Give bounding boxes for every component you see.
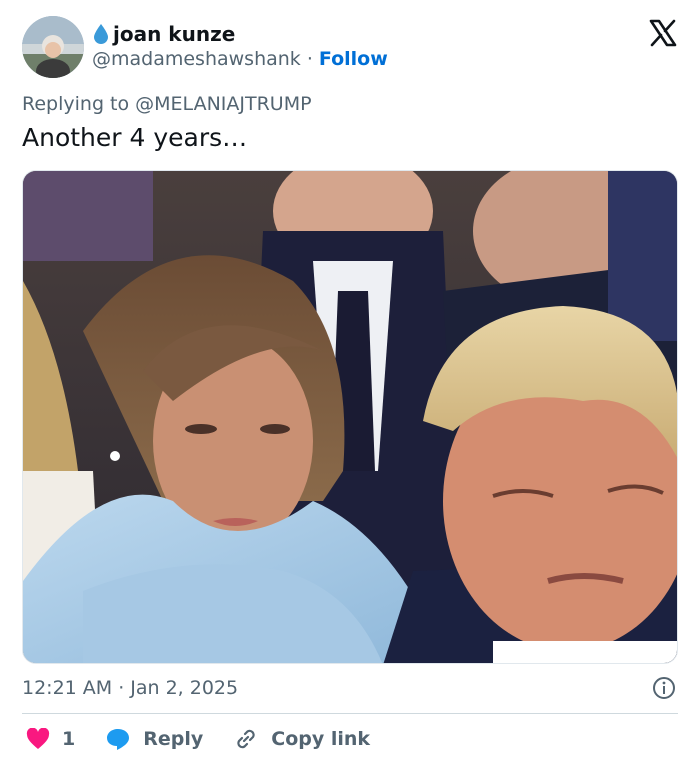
tweet-photo[interactable] bbox=[22, 170, 678, 664]
heart-icon bbox=[26, 728, 50, 749]
date-separator: · bbox=[118, 677, 125, 699]
tweet-date: Jan 2, 2025 bbox=[130, 677, 239, 699]
reply-label: Reply bbox=[143, 728, 204, 750]
water-drop-icon bbox=[94, 24, 108, 44]
display-name[interactable]: joan kunze bbox=[113, 22, 235, 46]
reply-bubble-icon bbox=[107, 729, 130, 750]
follow-button[interactable]: Follow bbox=[319, 48, 388, 70]
user-handle[interactable]: @madameshawshank bbox=[92, 48, 301, 70]
info-icon[interactable] bbox=[652, 676, 676, 700]
like-count: 1 bbox=[62, 728, 76, 750]
author-name-row: joan kunze bbox=[92, 22, 235, 46]
divider bbox=[22, 713, 678, 714]
tweet-card: joan kunze @madameshawshank · Follow Rep… bbox=[0, 0, 700, 766]
link-icon bbox=[237, 729, 255, 749]
reply-button[interactable]: Reply bbox=[105, 727, 203, 751]
like-button[interactable]: 1 bbox=[26, 728, 75, 750]
handle-separator: · bbox=[306, 48, 313, 70]
copy-link-label: Copy link bbox=[271, 728, 371, 750]
action-bar: 1 Reply Copy link bbox=[26, 726, 400, 752]
replying-to[interactable]: Replying to @MELANIAJTRUMP bbox=[22, 93, 312, 115]
timestamp[interactable]: 12:21 AM · Jan 2, 2025 bbox=[22, 677, 238, 699]
x-logo-icon[interactable] bbox=[648, 18, 678, 48]
tweet-time: 12:21 AM bbox=[22, 677, 113, 699]
tweet-text: Another 4 years… bbox=[22, 123, 248, 152]
avatar[interactable] bbox=[22, 16, 84, 78]
handle-row: @madameshawshank · Follow bbox=[92, 48, 388, 70]
copy-link-button[interactable]: Copy link bbox=[233, 726, 370, 752]
